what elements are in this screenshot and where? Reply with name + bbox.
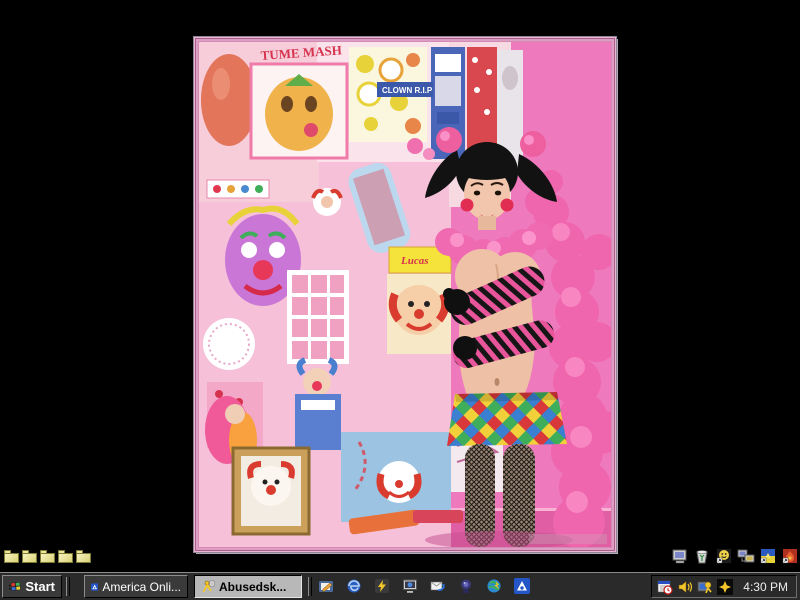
taskbar-button-america-online[interactable]: America Onli... xyxy=(84,575,188,598)
my-computer-icon[interactable] xyxy=(670,546,689,566)
network-neighborhood-icon[interactable] xyxy=(736,546,755,566)
photo-frame[interactable]: TUME MASH CLOWN R.I.P Lucas xyxy=(193,36,617,553)
windows-logo-icon xyxy=(9,581,21,591)
folder-icon[interactable] xyxy=(22,550,37,563)
webcam-icon[interactable] xyxy=(458,578,474,594)
taskbar-drag-handle[interactable] xyxy=(66,577,70,596)
winamp-icon[interactable] xyxy=(374,578,390,594)
system-tray: 4:30 PM xyxy=(651,575,797,598)
desktop: TUME MASH CLOWN R.I.P Lucas Start Americ… xyxy=(0,0,800,600)
display-icon[interactable] xyxy=(402,578,418,594)
banner-text: CLOWN R.I.P xyxy=(382,86,433,95)
taskbar-button-label: America Onli... xyxy=(102,579,181,594)
volume-icon[interactable] xyxy=(677,579,693,595)
folder-row xyxy=(4,550,91,563)
clown-girl-photo[interactable]: TUME MASH CLOWN R.I.P Lucas xyxy=(199,42,611,547)
aol-icon xyxy=(91,582,99,591)
star-app-icon[interactable] xyxy=(717,578,734,595)
outlook-express-icon[interactable] xyxy=(430,578,446,594)
clock[interactable]: 4:30 PM xyxy=(743,580,788,594)
aol-icon[interactable] xyxy=(514,578,530,594)
photo-illustration: TUME MASH CLOWN R.I.P Lucas xyxy=(199,42,611,547)
folder-icon[interactable] xyxy=(76,550,91,563)
flame-picture-shortcut-icon[interactable] xyxy=(780,546,799,566)
picture-shortcut-icon[interactable] xyxy=(758,546,777,566)
folder-icon[interactable] xyxy=(58,550,73,563)
start-button[interactable]: Start xyxy=(2,575,62,598)
folder-icon[interactable] xyxy=(4,550,19,563)
aim-running-man-icon xyxy=(202,580,215,592)
globe-icon[interactable] xyxy=(486,578,502,594)
display-settings-icon[interactable] xyxy=(697,579,713,595)
taskbar-button-abusedsk[interactable]: Abusedsk... xyxy=(194,575,302,598)
quick-launch-bar xyxy=(318,578,530,594)
desktop-icons xyxy=(670,546,799,566)
start-label: Start xyxy=(25,579,55,594)
smiley-shortcut-icon[interactable] xyxy=(714,546,733,566)
recycle-bin-icon[interactable] xyxy=(692,546,711,566)
folder-icon[interactable] xyxy=(40,550,55,563)
quick-launch-divider xyxy=(308,577,312,596)
taskbar: Start America Onli... Abusedsk... 4:30 P… xyxy=(0,572,800,600)
show-desktop-icon[interactable] xyxy=(318,578,334,594)
candy-box-text: Lucas xyxy=(400,255,429,267)
taskbar-button-label: Abusedsk... xyxy=(219,579,287,594)
internet-explorer-icon[interactable] xyxy=(346,578,362,594)
task-scheduler-icon[interactable] xyxy=(657,579,673,595)
